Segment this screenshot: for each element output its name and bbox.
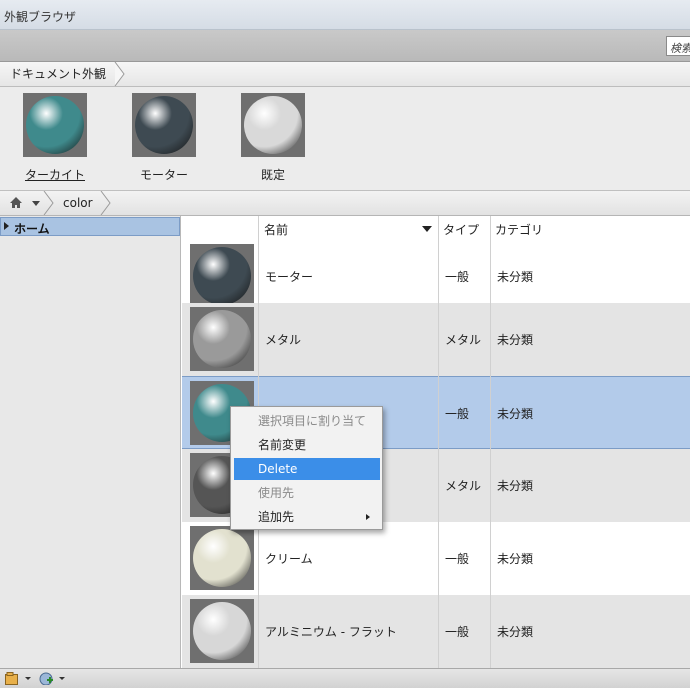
context-menu: 選択項目に割り当て 名前変更 Delete 使用先 追加先 — [230, 406, 383, 530]
appearance-thumbnail — [190, 244, 254, 308]
row-name: メタル — [265, 333, 302, 347]
document-breadcrumb: ドキュメント外観 — [0, 62, 690, 87]
menu-item-delete[interactable]: Delete — [234, 458, 380, 480]
document-appearances-panel: ターカイト モーター 既定 — [0, 87, 690, 191]
row-name: モーター — [265, 270, 314, 284]
row-category: 未分類 — [497, 333, 534, 347]
add-library-icon[interactable] — [39, 672, 53, 685]
row-name: アルミニウム - フラット — [265, 625, 397, 639]
chevron-down-icon[interactable] — [32, 201, 40, 206]
column-header-name[interactable]: 名前 — [264, 221, 288, 238]
row-type: 一般 — [445, 270, 470, 284]
menu-item-label: 追加先 — [258, 510, 295, 524]
row-category: 未分類 — [497, 270, 534, 284]
row-type: 一般 — [445, 407, 470, 421]
appearance-thumbnail[interactable] — [241, 93, 305, 157]
chevron-down-icon[interactable] — [59, 677, 65, 680]
appearance-thumbnail — [190, 599, 254, 663]
library-path[interactable]: color — [63, 191, 93, 215]
tree-item-label: ホーム — [14, 222, 50, 236]
sort-descending-icon[interactable] — [422, 226, 432, 232]
row-type: メタル — [445, 333, 482, 347]
breadcrumb-separator-icon — [114, 62, 125, 86]
tree-item-home[interactable]: ホーム — [0, 217, 180, 236]
appearance-thumbnail — [190, 526, 254, 590]
document-breadcrumb-label[interactable]: ドキュメント外観 — [10, 62, 106, 86]
row-category: 未分類 — [497, 407, 534, 421]
library-tree: ホーム — [0, 216, 181, 668]
home-icon[interactable] — [9, 196, 23, 209]
row-type: 一般 — [445, 625, 470, 639]
sphere-icon — [193, 602, 251, 660]
library-options-icon[interactable] — [5, 672, 19, 685]
window-titlebar: 外観ブラウザ — [0, 0, 690, 30]
sphere-icon — [193, 529, 251, 587]
breadcrumb-separator-icon — [100, 191, 111, 215]
submenu-arrow-icon — [366, 514, 370, 520]
menu-item-assign-to-selection[interactable]: 選択項目に割り当て — [234, 410, 380, 432]
row-type: 一般 — [445, 552, 470, 566]
appearance-label[interactable]: ターカイト — [5, 166, 105, 183]
search-input[interactable]: 検索 — [666, 36, 690, 56]
sphere-icon — [26, 96, 84, 154]
search-toolbar: 検索 — [0, 30, 690, 62]
appearance-label[interactable]: 既定 — [223, 166, 323, 183]
status-toolbar — [0, 668, 690, 688]
expand-arrow-icon[interactable] — [4, 222, 9, 230]
sphere-icon — [193, 247, 251, 305]
menu-item-used-by[interactable]: 使用先 — [234, 482, 380, 504]
column-header-type[interactable]: タイプ — [443, 221, 479, 238]
menu-item-add-to[interactable]: 追加先 — [234, 506, 380, 528]
row-category: 未分類 — [497, 479, 534, 493]
column-header-category[interactable]: カテゴリ — [495, 221, 543, 238]
row-name: クリーム — [265, 552, 313, 566]
menu-item-rename[interactable]: 名前変更 — [234, 434, 380, 456]
sphere-icon — [193, 310, 251, 368]
appearance-thumbnail — [190, 307, 254, 371]
sphere-icon — [135, 96, 193, 154]
row-type: メタル — [445, 479, 482, 493]
row-category: 未分類 — [497, 625, 534, 639]
library-breadcrumb: color — [0, 191, 690, 216]
column-divider[interactable] — [490, 216, 491, 668]
chevron-down-icon[interactable] — [25, 677, 31, 680]
appearance-thumbnail[interactable] — [132, 93, 196, 157]
breadcrumb-separator-icon — [43, 191, 54, 215]
window-title: 外観ブラウザ — [4, 10, 77, 24]
sphere-icon — [244, 96, 302, 154]
appearance-thumbnail[interactable] — [23, 93, 87, 157]
row-category: 未分類 — [497, 552, 534, 566]
appearance-label[interactable]: モーター — [114, 166, 214, 183]
column-divider[interactable] — [438, 216, 439, 668]
